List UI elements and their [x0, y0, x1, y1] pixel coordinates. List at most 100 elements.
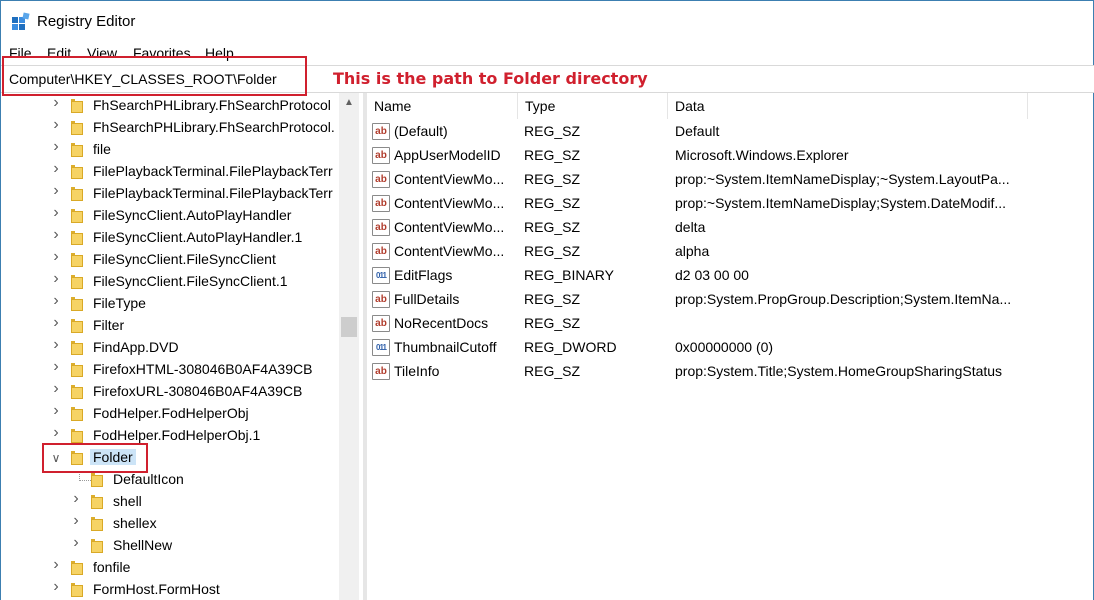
folder-icon — [71, 407, 85, 421]
string-value-icon: ab — [372, 291, 390, 308]
tree-item-label: FileSyncClient.AutoPlayHandler.1 — [93, 229, 303, 245]
tree-item[interactable]: › FodHelper.FodHelperObj — [1, 403, 339, 425]
chevron-right-icon[interactable]: › — [71, 491, 81, 507]
tree-item-label: Filter — [93, 317, 125, 333]
tree-item-label: FindApp.DVD — [93, 339, 179, 355]
tree-item[interactable]: › FhSearchPHLibrary.FhSearchProtocol — [1, 95, 339, 117]
value-row[interactable]: 011 EditFlags REG_BINARY d2 03 00 00 — [367, 264, 1094, 288]
folder-icon — [71, 253, 85, 267]
folder-icon — [71, 143, 85, 157]
value-name: ContentViewMo... — [394, 171, 505, 187]
folder-icon — [71, 429, 85, 443]
value-type: REG_SZ — [524, 363, 581, 379]
tree-item[interactable]: › FirefoxHTML-308046B0AF4A39CB — [1, 359, 339, 381]
string-value-icon: ab — [372, 123, 390, 140]
chevron-right-icon[interactable]: › — [51, 293, 61, 309]
value-row[interactable]: ab FullDetails REG_SZ prop:System.PropGroup… — [367, 288, 1094, 312]
chevron-right-icon[interactable]: › — [51, 205, 61, 221]
value-type: REG_DWORD — [524, 339, 617, 355]
chevron-right-icon[interactable]: › — [51, 249, 61, 265]
tree-item[interactable]: › FilePlaybackTerminal.FilePlaybackTerr — [1, 183, 339, 205]
value-row[interactable]: ab ContentViewMo... REG_SZ alpha — [367, 240, 1094, 264]
tree-item-label: FhSearchPHLibrary.FhSearchProtocol. — [93, 119, 335, 135]
chevron-right-icon[interactable]: › — [51, 557, 61, 573]
chevron-right-icon[interactable]: › — [51, 183, 61, 199]
tree-scrollbar[interactable]: ▲ — [339, 93, 359, 600]
chevron-right-icon[interactable]: › — [51, 227, 61, 243]
tree-item[interactable]: › FilePlaybackTerminal.FilePlaybackTerr — [1, 161, 339, 183]
tree-item-label: DefaultIcon — [113, 471, 184, 487]
chevron-right-icon[interactable]: › — [51, 381, 61, 397]
registry-editor-icon — [12, 12, 30, 30]
folder-icon — [71, 297, 85, 311]
tree-item[interactable]: › ShellNew — [1, 535, 339, 557]
value-row[interactable]: 011 ThumbnailCutoff REG_DWORD 0x00000000 (0… — [367, 336, 1094, 360]
chevron-right-icon[interactable]: › — [51, 403, 61, 419]
chevron-right-icon[interactable]: › — [51, 95, 61, 111]
tree-item-label: FileSyncClient.AutoPlayHandler — [93, 207, 292, 223]
folder-icon — [71, 363, 85, 377]
value-row[interactable]: ab TileInfo REG_SZ prop:System.Title;System… — [367, 360, 1094, 384]
column-header-type[interactable]: Type — [518, 93, 668, 119]
value-name: FullDetails — [394, 291, 460, 307]
tree-item[interactable]: › FhSearchPHLibrary.FhSearchProtocol. — [1, 117, 339, 139]
chevron-right-icon[interactable]: › — [71, 535, 81, 551]
value-row[interactable]: ab ContentViewMo... REG_SZ prop:~System.Ite… — [367, 192, 1094, 216]
value-row[interactable]: ab ContentViewMo... REG_SZ delta — [367, 216, 1094, 240]
value-row[interactable]: ab ContentViewMo... REG_SZ prop:~System.Ite… — [367, 168, 1094, 192]
chevron-right-icon[interactable]: › — [51, 359, 61, 375]
window-title: Registry Editor — [37, 13, 136, 30]
chevron-right-icon[interactable]: › — [51, 117, 61, 133]
value-type: REG_SZ — [524, 195, 581, 211]
chevron-right-icon[interactable]: › — [51, 161, 61, 177]
tree-item[interactable]: › FileSyncClient.FileSyncClient.1 — [1, 271, 339, 293]
tree-item[interactable]: › FirefoxURL-308046B0AF4A39CB — [1, 381, 339, 403]
value-name: (Default) — [394, 123, 448, 139]
scroll-thumb[interactable] — [341, 317, 357, 337]
chevron-right-icon[interactable]: › — [51, 579, 61, 595]
folder-icon — [71, 319, 85, 333]
chevron-right-icon[interactable]: › — [51, 315, 61, 331]
tree-item-label: FileSyncClient.FileSyncClient.1 — [93, 273, 288, 289]
value-type: REG_SZ — [524, 291, 581, 307]
tree-item[interactable]: › file — [1, 139, 339, 161]
tree-item-label: FileType — [93, 295, 146, 311]
value-type: REG_BINARY — [524, 267, 614, 283]
folder-icon — [71, 385, 85, 399]
chevron-right-icon[interactable]: › — [51, 337, 61, 353]
value-data: delta — [675, 219, 706, 235]
chevron-right-icon[interactable]: › — [51, 139, 61, 155]
folder-icon — [91, 517, 105, 531]
tree-item-label: FilePlaybackTerminal.FilePlaybackTerr — [93, 163, 333, 179]
tree-item[interactable]: › FileSyncClient.FileSyncClient — [1, 249, 339, 271]
value-name: AppUserModelID — [394, 147, 501, 163]
chevron-right-icon[interactable]: › — [51, 271, 61, 287]
tree-item-label: ShellNew — [113, 537, 173, 553]
column-header-name[interactable]: Name — [367, 93, 518, 119]
column-header-data[interactable]: Data — [668, 93, 1028, 119]
value-row[interactable]: ab (Default) REG_SZ Default — [367, 120, 1094, 144]
key-tree[interactable]: › FhSearchPHLibrary.FhSearchProtocol › FhSe… — [1, 93, 361, 600]
folder-icon — [71, 209, 85, 223]
scroll-up-icon[interactable]: ▲ — [339, 93, 359, 113]
tree-item-label: FodHelper.FodHelperObj.1 — [93, 427, 261, 443]
value-row[interactable]: ab NoRecentDocs REG_SZ — [367, 312, 1094, 336]
tree-item[interactable]: › fonfile — [1, 557, 339, 579]
tree-item[interactable]: › FormHost.FormHost — [1, 579, 339, 600]
values-list: Name Type Data ab (Default) REG_SZ Default a… — [367, 93, 1094, 600]
folder-icon — [71, 187, 85, 201]
value-row[interactable]: ab AppUserModelID REG_SZ Microsoft.Windows.… — [367, 144, 1094, 168]
tree-item[interactable]: › FileSyncClient.AutoPlayHandler — [1, 205, 339, 227]
tree-item-label: file — [93, 141, 111, 157]
tree-item[interactable]: › FileSyncClient.AutoPlayHandler.1 — [1, 227, 339, 249]
tree-item[interactable]: › Filter — [1, 315, 339, 337]
tree-item[interactable]: › shellex — [1, 513, 339, 535]
string-value-icon: ab — [372, 219, 390, 236]
tree-item[interactable]: › shell — [1, 491, 339, 513]
tree-item[interactable]: › FindApp.DVD — [1, 337, 339, 359]
chevron-right-icon[interactable]: › — [51, 425, 61, 441]
tree-item[interactable]: › FileType — [1, 293, 339, 315]
chevron-right-icon[interactable]: › — [71, 513, 81, 529]
tree-item-label: FileSyncClient.FileSyncClient — [93, 251, 276, 267]
value-name: ContentViewMo... — [394, 243, 505, 259]
